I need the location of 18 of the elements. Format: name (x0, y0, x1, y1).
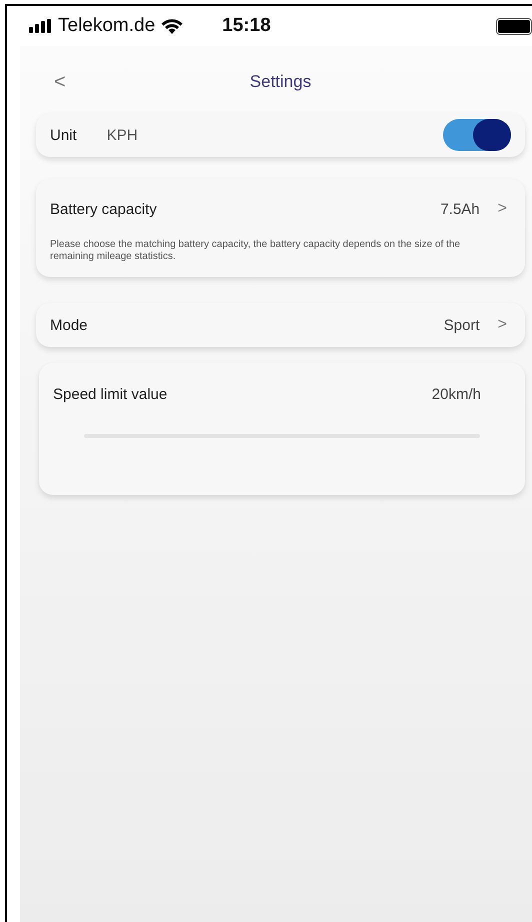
help-text: Please choose the matching battery capacity, the battery capacity depends on the size of the remaining mileage statistics. (50, 239, 462, 264)
carrier-name: Telekom.de (58, 15, 156, 37)
chevron-button[interactable]: > (494, 316, 511, 334)
setting-label: Battery capacity (50, 200, 157, 218)
chevron-button[interactable]: > (494, 200, 511, 218)
setting-label: Unit (50, 126, 77, 144)
clock-time: 15:18 (222, 15, 271, 37)
setting-value: Sport (444, 316, 480, 334)
page-title: Settings (250, 72, 312, 92)
wifi-icon (160, 17, 184, 35)
setting-value: 7.5Ah (440, 200, 480, 218)
setting-value: 20km/h (432, 386, 481, 402)
setting-label: Mode (50, 316, 88, 334)
unit-toggle[interactable] (443, 119, 511, 151)
setting-label: Speed limit value (53, 386, 168, 402)
back-button[interactable]: < (50, 70, 70, 94)
unit-value: KPH (106, 126, 138, 144)
signal-icon (29, 19, 53, 33)
